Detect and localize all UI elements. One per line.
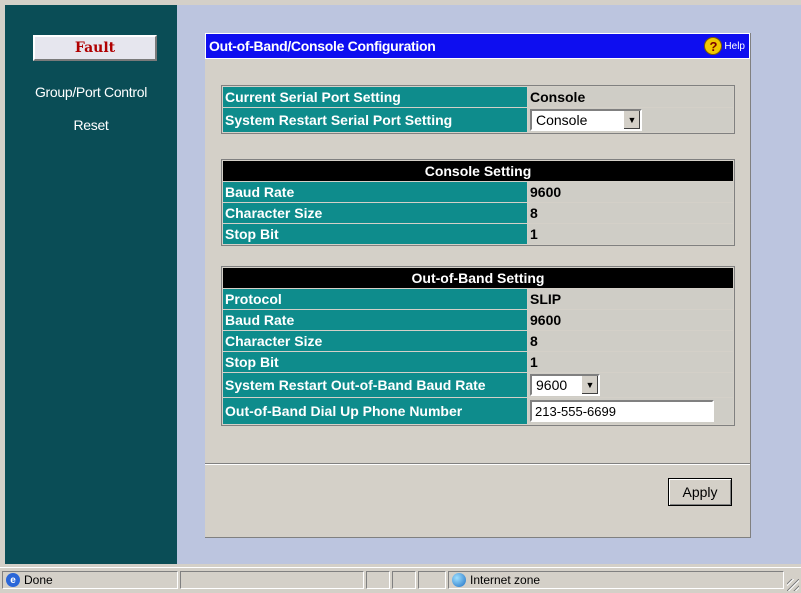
oob-protocol-value: SLIP	[528, 289, 733, 309]
status-text-pane: e Done	[2, 571, 178, 589]
console-char-size-label: Character Size	[223, 203, 527, 223]
oob-restart-baud-selected: 9600	[536, 377, 568, 393]
oob-baud-value: 9600	[528, 310, 733, 330]
help-icon[interactable]: ?	[704, 37, 723, 55]
table-row: Current Serial Port Setting Console	[223, 87, 733, 107]
table-row: Protocol SLIP	[223, 289, 733, 309]
apply-button[interactable]: Apply	[668, 478, 732, 506]
status-zone-pane: Internet zone	[448, 571, 784, 589]
serial-port-table: Current Serial Port Setting Console Syst…	[221, 85, 735, 134]
console-stop-bit-value: 1	[528, 224, 733, 244]
current-serial-port-value: Console	[528, 87, 733, 107]
console-baud-label: Baud Rate	[223, 182, 527, 202]
table-row: Stop Bit 1	[223, 224, 733, 244]
oob-char-size-label: Character Size	[223, 331, 527, 351]
divider	[205, 463, 750, 465]
fault-button[interactable]: Fault	[33, 35, 157, 61]
oob-phone-label: Out-of-Band Dial Up Phone Number	[223, 398, 527, 424]
table-row: Out-of-Band Dial Up Phone Number 213-555…	[223, 398, 733, 424]
help-button[interactable]: ? Help	[704, 37, 745, 55]
table-row: Out-of-Band Setting	[223, 268, 733, 288]
oob-protocol-label: Protocol	[223, 289, 527, 309]
oob-restart-baud-cell: 9600 ▼	[528, 373, 733, 397]
console-char-size-value: 8	[528, 203, 733, 223]
status-pane	[366, 571, 390, 589]
status-pane	[180, 571, 364, 589]
sidebar-link-reset[interactable]: Reset	[5, 117, 177, 133]
console-stop-bit-label: Stop Bit	[223, 224, 527, 244]
restart-serial-port-label: System Restart Serial Port Setting	[223, 108, 527, 132]
ie-page-icon: e	[6, 573, 20, 587]
current-serial-port-label: Current Serial Port Setting	[223, 87, 527, 107]
config-panel: Out-of-Band/Console Configuration ? Help…	[205, 33, 751, 538]
panel-title: Out-of-Band/Console Configuration	[209, 38, 436, 54]
console-baud-value: 9600	[528, 182, 733, 202]
table-row: Baud Rate 9600	[223, 182, 733, 202]
dropdown-arrow-icon[interactable]: ▼	[581, 376, 598, 394]
panel-title-bar: Out-of-Band/Console Configuration ? Help	[205, 33, 750, 59]
oob-phone-cell: 213-555-6699	[528, 398, 733, 424]
help-label[interactable]: Help	[724, 41, 745, 52]
oob-stop-bit-label: Stop Bit	[223, 352, 527, 372]
restart-serial-port-select[interactable]: Console ▼	[530, 109, 642, 131]
dropdown-arrow-icon[interactable]: ▼	[623, 111, 640, 129]
sidebar: Fault Group/Port Control Reset	[5, 5, 177, 564]
oob-phone-input[interactable]: 213-555-6699	[530, 400, 714, 422]
status-pane	[418, 571, 446, 589]
console-setting-header: Console Setting	[223, 161, 733, 181]
table-row: Character Size 8	[223, 331, 733, 351]
oob-setting-table: Out-of-Band Setting Protocol SLIP Baud R…	[221, 266, 735, 426]
table-row: System Restart Out-of-Band Baud Rate 960…	[223, 373, 733, 397]
status-zone-text: Internet zone	[470, 573, 541, 587]
browser-content: Fault Group/Port Control Reset Out-of-Ba…	[0, 0, 801, 567]
oob-restart-baud-label: System Restart Out-of-Band Baud Rate	[223, 373, 527, 397]
status-bar: e Done Internet zone	[0, 567, 801, 593]
restart-serial-port-selected: Console	[536, 112, 588, 128]
table-row: Console Setting	[223, 161, 733, 181]
console-setting-table: Console Setting Baud Rate 9600 Character…	[221, 159, 735, 246]
table-row: System Restart Serial Port Setting Conso…	[223, 108, 733, 132]
oob-setting-header: Out-of-Band Setting	[223, 268, 733, 288]
table-row: Stop Bit 1	[223, 352, 733, 372]
status-text: Done	[24, 573, 53, 587]
internet-zone-icon	[452, 573, 466, 587]
oob-baud-label: Baud Rate	[223, 310, 527, 330]
table-row: Baud Rate 9600	[223, 310, 733, 330]
oob-char-size-value: 8	[528, 331, 733, 351]
status-pane	[392, 571, 416, 589]
sidebar-link-group-port-control[interactable]: Group/Port Control	[5, 84, 177, 100]
resize-grip-icon[interactable]	[787, 579, 799, 591]
oob-restart-baud-select[interactable]: 9600 ▼	[530, 374, 600, 396]
oob-stop-bit-value: 1	[528, 352, 733, 372]
restart-serial-port-cell: Console ▼	[528, 108, 733, 132]
table-row: Character Size 8	[223, 203, 733, 223]
